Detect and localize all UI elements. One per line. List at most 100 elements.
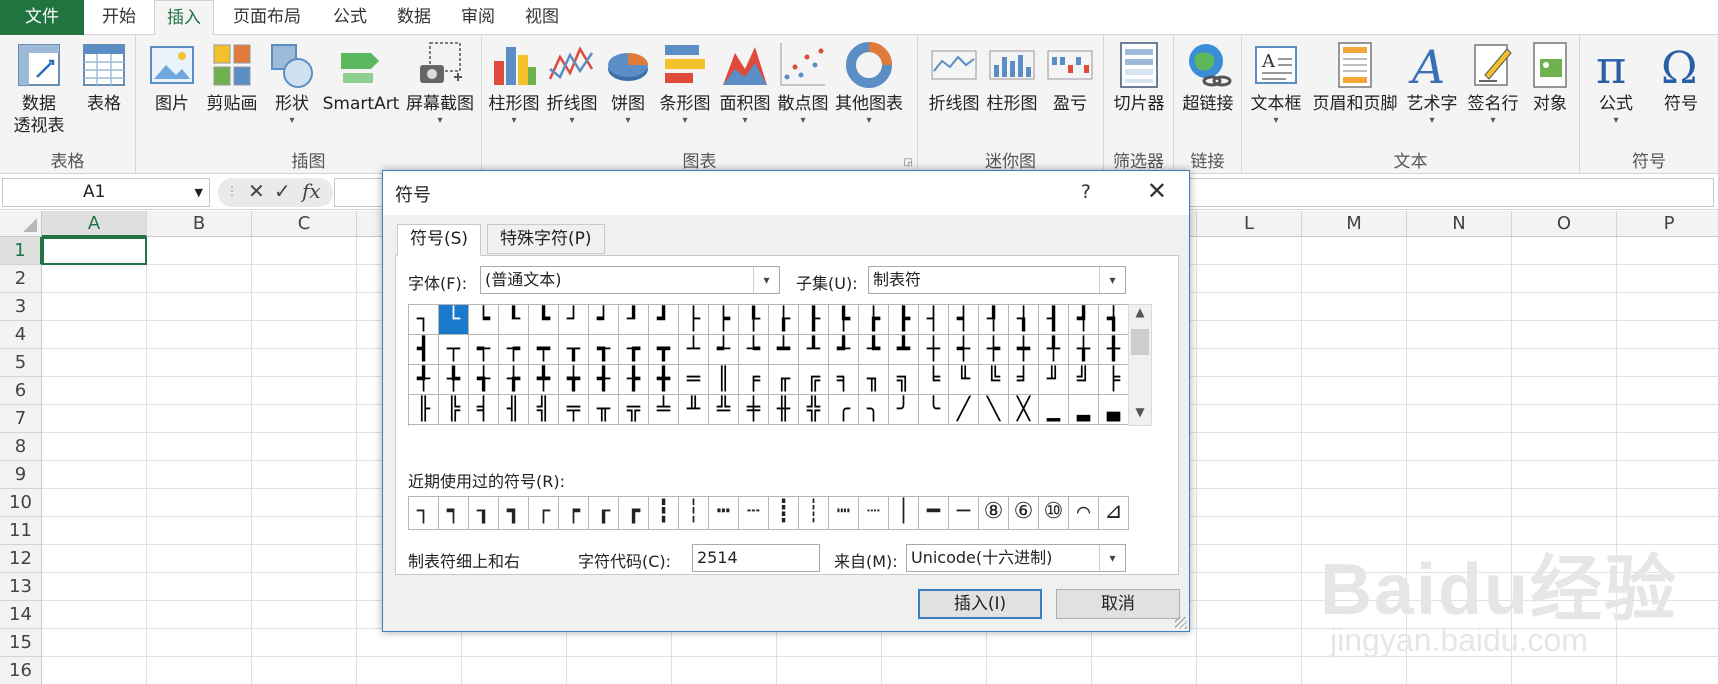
symbol-cell[interactable]: ┙ <box>589 305 619 335</box>
insert-function-icon[interactable]: fx <box>302 179 321 203</box>
area-chart-button[interactable]: 面积图 ▾ <box>716 39 774 127</box>
symbol-cell[interactable]: ╔ <box>799 365 829 395</box>
textbox-button[interactable]: A 文本框 ▾ <box>1246 39 1306 127</box>
recent-symbol-cell[interactable]: ⑧ <box>979 497 1009 529</box>
recent-symbol-cell[interactable]: ┍ <box>559 497 589 529</box>
symbol-cell[interactable]: ┤ <box>919 305 949 335</box>
symbol-cell[interactable]: ┽ <box>949 335 979 365</box>
symbol-cell[interactable]: ┚ <box>619 305 649 335</box>
symbol-cell[interactable]: ┝ <box>709 305 739 335</box>
column-header-p[interactable]: P <box>1617 211 1718 237</box>
row-header-14[interactable]: 14 <box>0 601 42 629</box>
symbol-cell[interactable]: ┣ <box>889 305 919 335</box>
table-button[interactable]: 表格 <box>78 39 130 115</box>
symbol-cell[interactable]: ┯ <box>529 335 559 365</box>
symbol-cell[interactable]: ╡ <box>469 395 499 425</box>
row-header-16[interactable]: 16 <box>0 657 42 684</box>
other-charts-button[interactable]: 其他图表 ▾ <box>832 39 906 127</box>
subset-select[interactable]: 制表符 ▾ <box>868 266 1126 294</box>
active-cell[interactable] <box>42 237 147 265</box>
scroll-up-icon[interactable]: ▲ <box>1129 305 1151 325</box>
recent-symbol-cell[interactable]: ⑥ <box>1009 497 1039 529</box>
row-header-2[interactable]: 2 <box>0 265 42 293</box>
symbol-cell[interactable]: ┫ <box>409 335 439 365</box>
column-header-c[interactable]: C <box>252 211 357 237</box>
symbol-cell[interactable]: ┷ <box>769 335 799 365</box>
dialog-titlebar[interactable]: 符号 ? ✕ <box>383 171 1189 215</box>
sparkline-column-button[interactable]: 柱形图 <box>984 39 1040 115</box>
recent-symbol-cell[interactable]: ⊿ <box>1099 497 1129 529</box>
row-header-3[interactable]: 3 <box>0 293 42 321</box>
tab-view[interactable]: 视图 <box>512 0 572 35</box>
symbol-cell[interactable]: ╓ <box>769 365 799 395</box>
charts-dialog-launcher-icon[interactable]: ◲ <box>904 157 913 168</box>
symbol-button[interactable]: Ω 符号 <box>1650 39 1712 115</box>
symbol-cell[interactable]: ╩ <box>709 395 739 425</box>
symbol-cell[interactable]: ╮ <box>859 395 889 425</box>
symbol-cell[interactable]: ╯ <box>889 395 919 425</box>
symbol-cell[interactable]: ┛ <box>649 305 679 335</box>
row-header-12[interactable]: 12 <box>0 545 42 573</box>
symbol-cell[interactable]: ╟ <box>409 395 439 425</box>
symbol-cell[interactable]: ┬ <box>439 335 469 365</box>
column-header-n[interactable]: N <box>1407 211 1512 237</box>
tab-insert[interactable]: 插入 <box>154 0 214 36</box>
tab-home[interactable]: 开始 <box>88 0 150 35</box>
row-header-9[interactable]: 9 <box>0 461 42 489</box>
symbol-cell[interactable]: ╒ <box>739 365 769 395</box>
recent-symbol-cell[interactable]: ┓ <box>499 497 529 529</box>
recent-symbol-cell[interactable]: ━ <box>919 497 949 529</box>
symbol-cell[interactable]: ╕ <box>829 365 859 395</box>
symbol-cell[interactable]: ╥ <box>589 395 619 425</box>
bar-chart-button[interactable]: 条形图 ▾ <box>656 39 714 127</box>
symbol-cell[interactable]: ╂ <box>1099 335 1129 365</box>
tab-symbols[interactable]: 符号(S) <box>397 224 482 256</box>
symbol-cell[interactable]: ┟ <box>769 305 799 335</box>
tab-review[interactable]: 审阅 <box>448 0 508 35</box>
symbol-cell[interactable]: ╜ <box>1039 365 1069 395</box>
smartart-button[interactable]: SmartArt <box>316 39 406 115</box>
symbol-cell[interactable]: ╉ <box>589 365 619 395</box>
row-header-5[interactable]: 5 <box>0 349 42 377</box>
recent-symbol-cell[interactable]: ┆ <box>679 497 709 529</box>
row-header-6[interactable]: 6 <box>0 377 42 405</box>
symbol-cell[interactable]: ┕ <box>469 305 499 335</box>
symbol-cell[interactable]: ┺ <box>859 335 889 365</box>
symbol-cell[interactable]: ┢ <box>859 305 889 335</box>
row-header-15[interactable]: 15 <box>0 629 42 657</box>
recent-symbol-cell[interactable]: ┇ <box>649 497 679 529</box>
symbol-cell[interactable]: ┵ <box>709 335 739 365</box>
row-header-4[interactable]: 4 <box>0 321 42 349</box>
symbol-cell[interactable]: ╬ <box>799 395 829 425</box>
symbol-cell[interactable]: ╱ <box>949 395 979 425</box>
cancel-button[interactable]: 取消 <box>1056 589 1180 619</box>
insert-button[interactable]: 插入(I) <box>918 589 1042 619</box>
symbol-cell[interactable]: ╰ <box>919 395 949 425</box>
close-icon[interactable]: ✕ <box>1147 177 1167 205</box>
symbol-grid-scrollbar[interactable]: ▲ ▼ <box>1128 304 1152 426</box>
symbol-cell[interactable]: ┱ <box>589 335 619 365</box>
tab-formulas[interactable]: 公式 <box>320 0 380 35</box>
symbol-cell[interactable]: ╄ <box>439 365 469 395</box>
symbol-cell[interactable]: ▁ <box>1039 395 1069 425</box>
symbol-cell[interactable]: ┲ <box>619 335 649 365</box>
subset-dropdown-icon[interactable]: ▾ <box>1099 267 1125 293</box>
symbol-cell[interactable]: ┞ <box>739 305 769 335</box>
recent-symbol-cell[interactable]: ┄ <box>739 497 769 529</box>
row-header-1[interactable]: 1 <box>0 237 42 265</box>
symbol-cell[interactable]: ╧ <box>649 395 679 425</box>
symbol-cell[interactable]: ╊ <box>619 365 649 395</box>
screenshot-button[interactable]: 屏幕截图 ▾ <box>402 39 478 127</box>
symbol-cell[interactable]: ┗ <box>529 305 559 335</box>
equation-button[interactable]: π 公式 ▾ <box>1584 39 1648 127</box>
symbol-cell[interactable]: ┴ <box>679 335 709 365</box>
symbol-cell[interactable]: ┾ <box>979 335 1009 365</box>
font-select[interactable]: (普通文本) ▾ <box>480 266 780 294</box>
symbol-cell[interactable]: ┥ <box>949 305 979 335</box>
recent-symbol-cell[interactable]: ┋ <box>769 497 799 529</box>
symbol-cell[interactable]: ▂ <box>1069 395 1099 425</box>
symbol-cell[interactable]: ╀ <box>1039 335 1069 365</box>
sparkline-winloss-button[interactable]: 盈亏 <box>1042 39 1098 115</box>
signature-line-button[interactable]: 签名行 ▾ <box>1464 39 1522 127</box>
symbol-cell[interactable]: ╈ <box>559 365 589 395</box>
